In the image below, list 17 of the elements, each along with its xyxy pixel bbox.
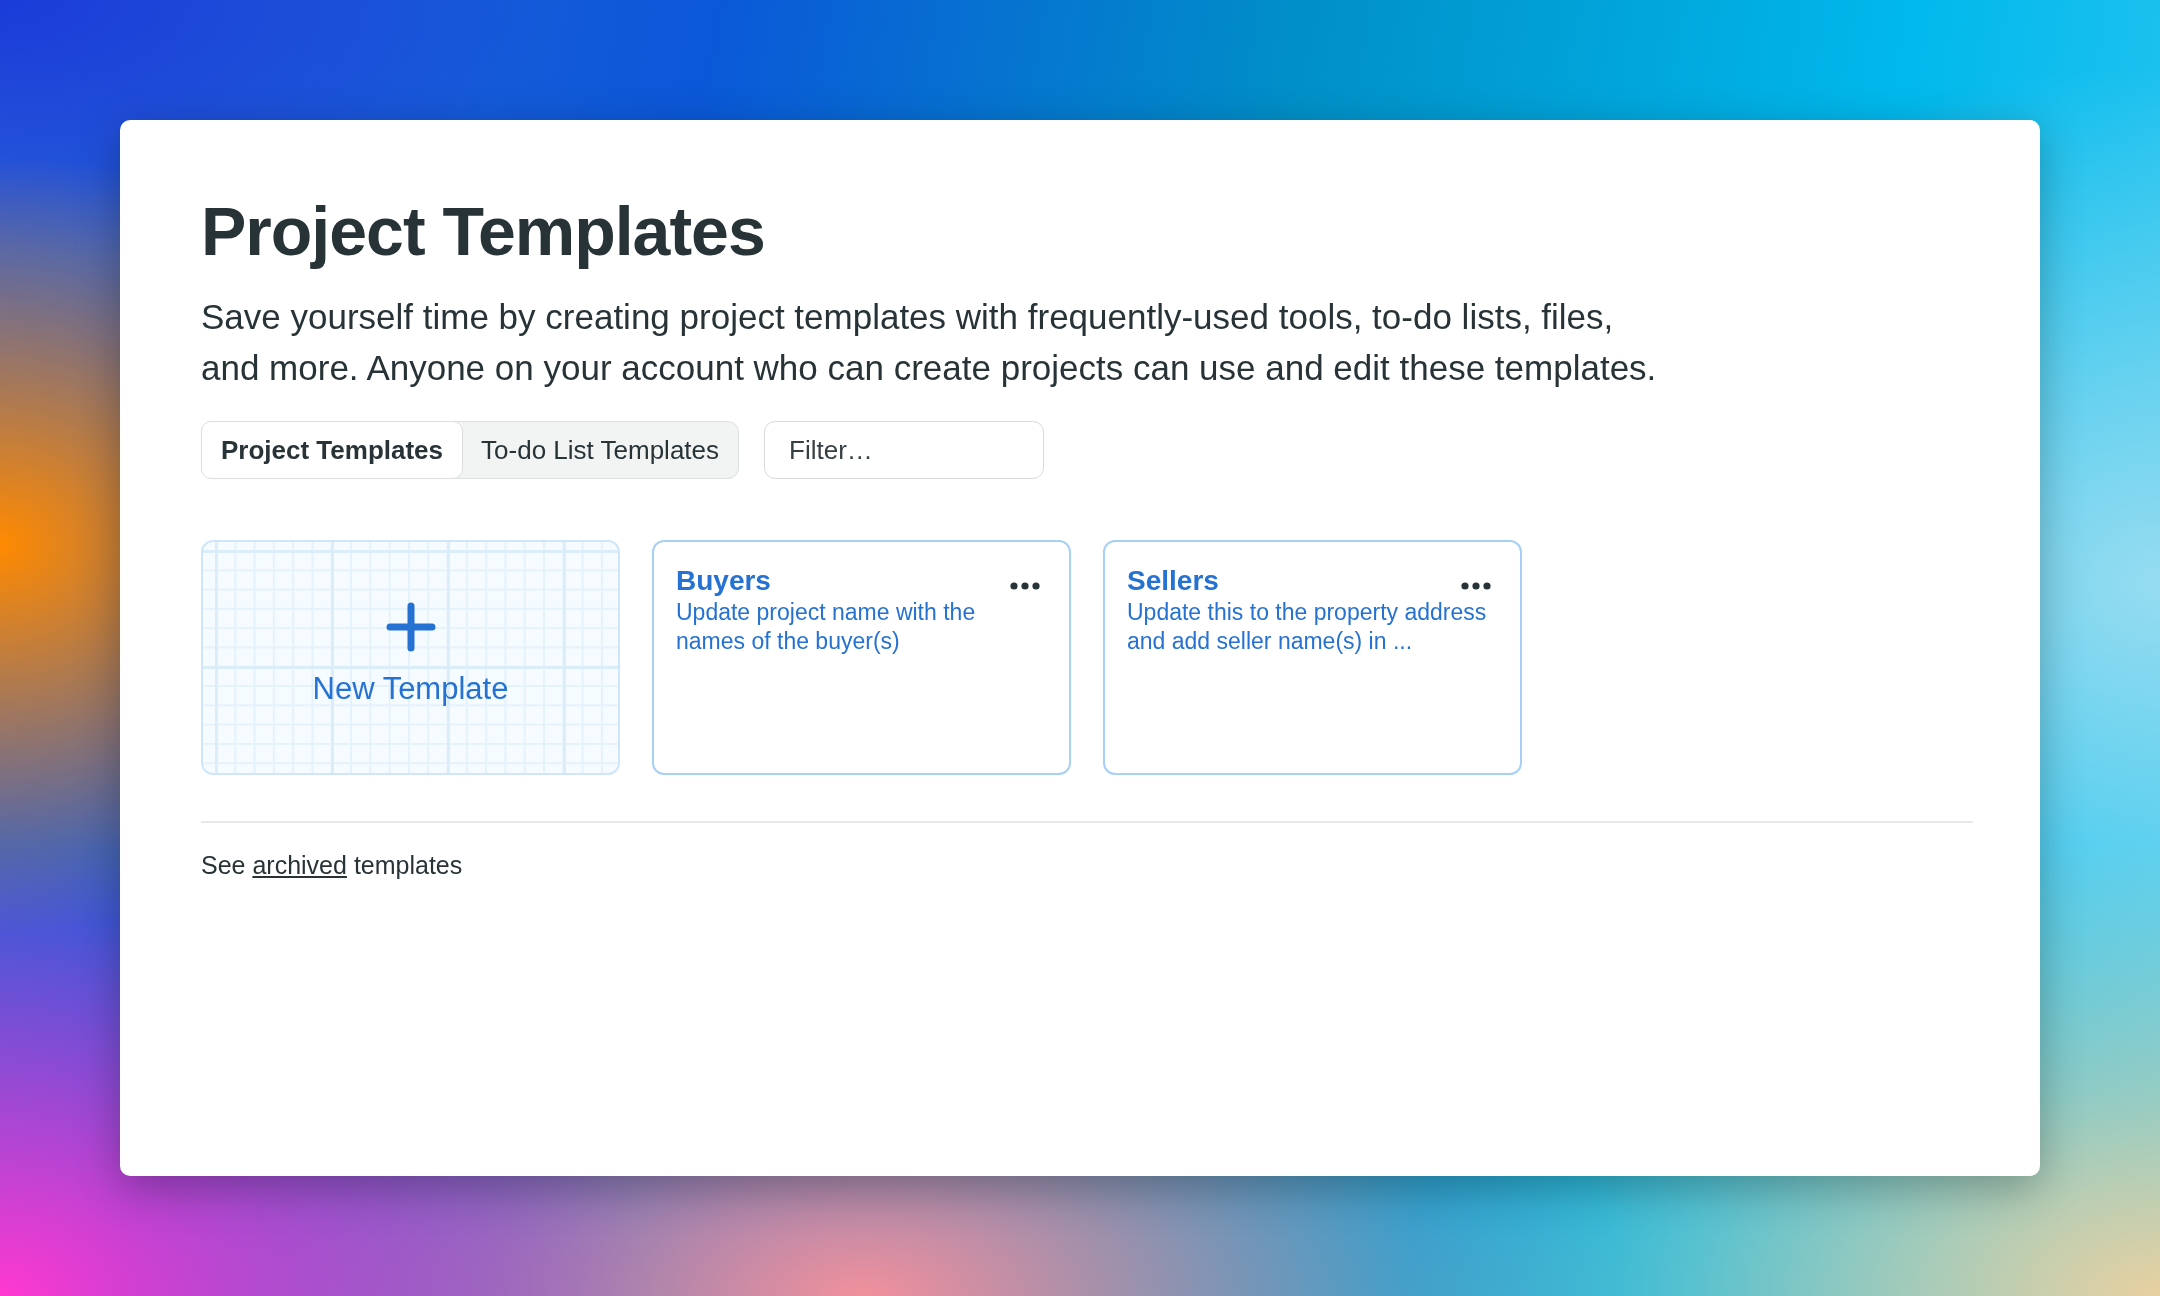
plus-icon	[385, 602, 436, 653]
page-title: Project Templates	[201, 194, 766, 269]
archived-link[interactable]: archived	[252, 851, 347, 879]
page-description: Save yourself time by creating project templates with frequently-used tools, to-do lists, files, and more. Anyone on your account who can create projects can use and edit these templates.	[201, 296, 1658, 389]
ellipsis-icon[interactable]	[1010, 582, 1040, 590]
archived-templates-note: See archived templates	[201, 850, 464, 880]
template-description: Update this to the property address and add seller name(s) in ...	[1127, 598, 1488, 656]
ellipsis-icon[interactable]	[1461, 582, 1491, 590]
template-title[interactable]: Buyers	[676, 564, 771, 598]
new-template-button[interactable]: New Template	[201, 540, 620, 775]
template-title[interactable]: Sellers	[1127, 564, 1219, 598]
template-card[interactable]: Sellers Update this to the property address and add seller name(s) in ...	[1103, 540, 1522, 775]
filter-field[interactable]: Filter…	[764, 421, 1045, 479]
template-card[interactable]: Buyers Update project name with the names of the buyer(s)	[652, 540, 1071, 775]
tab[interactable]: To-do List Templates	[461, 421, 740, 479]
template-description: Update project name with the names of the buyer(s)	[676, 598, 977, 656]
tab[interactable]: Project Templates	[201, 421, 464, 479]
